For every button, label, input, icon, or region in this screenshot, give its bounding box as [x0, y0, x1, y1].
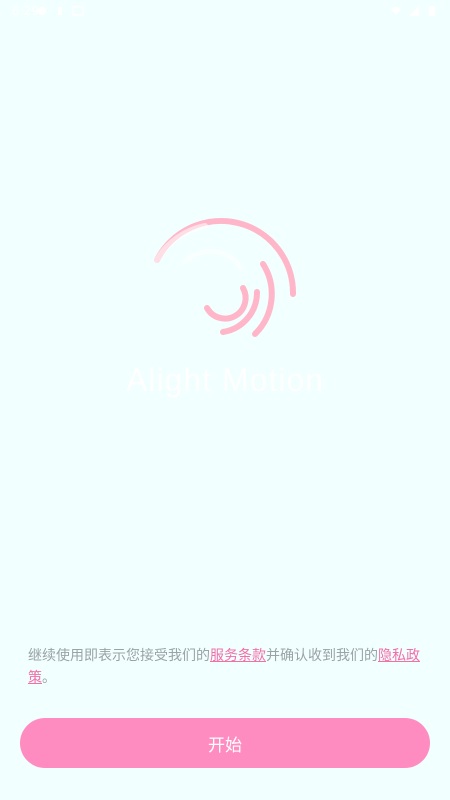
- terms-suffix: 。: [42, 670, 56, 686]
- start-button[interactable]: 开始: [20, 718, 430, 768]
- start-button-label: 开始: [208, 735, 242, 756]
- app-wordmark: Alight Motion: [126, 362, 324, 398]
- battery-icon: [429, 6, 435, 16]
- terms-middle: 并确认收到我们的: [266, 648, 378, 664]
- signal-icon: [409, 6, 419, 16]
- status-bar: 6:29: [0, 0, 450, 26]
- terms-prefix: 继续使用即表示您接受我们的: [28, 648, 210, 664]
- status-icons-right: [390, 5, 438, 17]
- status-time: 6:29: [12, 4, 39, 18]
- status-icons-left: [36, 5, 84, 17]
- gallery-icon: [72, 6, 84, 16]
- terms-notice: 继续使用即表示您接受我们的服务条款并确认收到我们的隐私政策。: [28, 645, 422, 689]
- info-icon: [58, 7, 62, 15]
- alight-motion-swirl-icon: [154, 218, 297, 337]
- terms-of-service-link[interactable]: 服务条款: [210, 648, 266, 664]
- wifi-icon: [391, 7, 401, 15]
- notification-icon: [38, 7, 46, 15]
- app-logo: [145, 212, 305, 352]
